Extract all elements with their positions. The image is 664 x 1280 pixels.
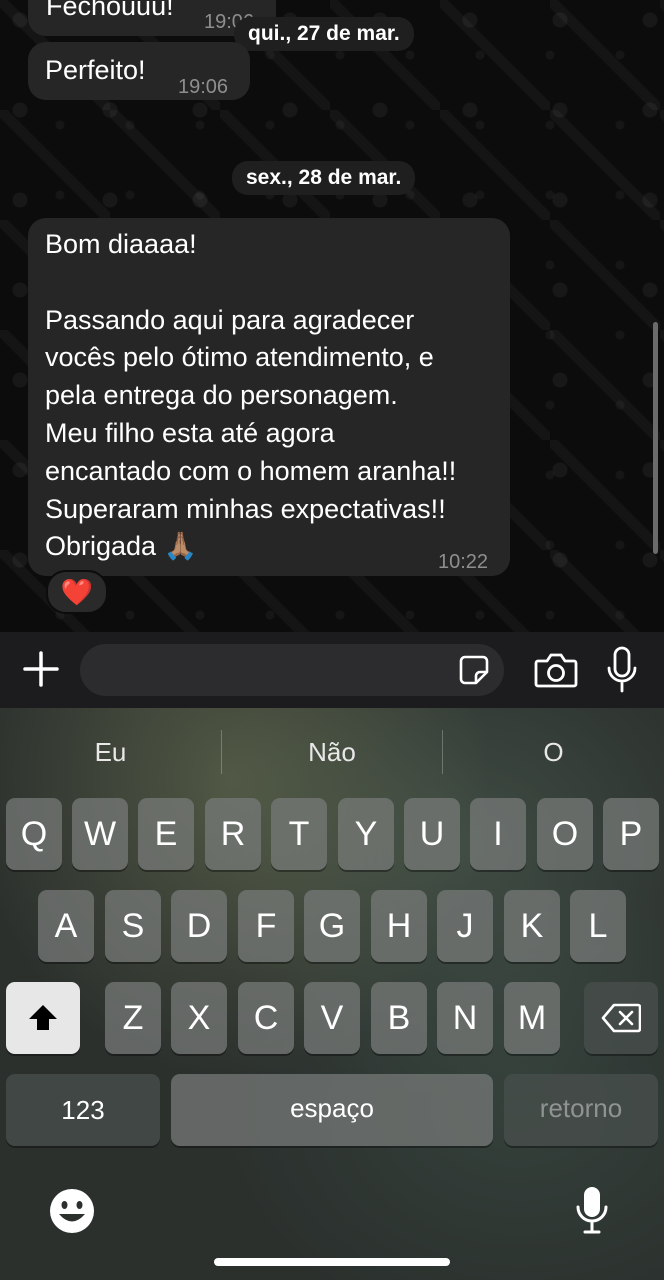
message-bubble[interactable]: Perfeito! 19:06 [28, 42, 250, 100]
key-t[interactable]: T [271, 798, 327, 870]
numbers-key[interactable]: 123 [6, 1074, 160, 1146]
backspace-icon [601, 1003, 641, 1033]
key-s[interactable]: S [105, 890, 161, 962]
key-u[interactable]: U [404, 798, 460, 870]
key-w[interactable]: W [72, 798, 128, 870]
key-j[interactable]: J [437, 890, 493, 962]
shift-key[interactable] [6, 982, 80, 1054]
backspace-key[interactable] [584, 982, 658, 1054]
dictation-microphone-icon[interactable] [574, 1185, 610, 1235]
key-m[interactable]: M [504, 982, 560, 1054]
key-k[interactable]: K [504, 890, 560, 962]
message-composer [0, 632, 664, 708]
microphone-icon[interactable] [606, 646, 638, 694]
key-l[interactable]: L [570, 890, 626, 962]
space-key[interactable]: espaço [171, 1074, 493, 1146]
suggestion-item[interactable]: O [443, 708, 664, 796]
key-h[interactable]: H [371, 890, 427, 962]
key-n[interactable]: N [437, 982, 493, 1054]
key-i[interactable]: I [470, 798, 526, 870]
shift-arrow-icon [29, 1005, 57, 1030]
key-x[interactable]: X [171, 982, 227, 1054]
suggestion-bar: Eu Não O [0, 708, 664, 796]
suggestion-item[interactable]: Não [222, 708, 442, 796]
date-separator: qui., 27 de mar. [234, 17, 414, 51]
message-input-container[interactable] [80, 644, 504, 698]
key-f[interactable]: F [238, 890, 294, 962]
return-key[interactable]: retorno [504, 1074, 658, 1146]
key-z[interactable]: Z [105, 982, 161, 1054]
heart-reaction[interactable]: ❤️ [46, 570, 108, 614]
key-b[interactable]: B [371, 982, 427, 1054]
suggestion-item[interactable]: Eu [0, 708, 221, 796]
key-c[interactable]: C [238, 982, 294, 1054]
key-e[interactable]: E [138, 798, 194, 870]
message-time: 10:22 [438, 551, 489, 573]
key-a[interactable]: A [38, 890, 94, 962]
key-d[interactable]: D [171, 890, 227, 962]
key-o[interactable]: O [537, 798, 593, 870]
home-indicator[interactable] [214, 1258, 450, 1266]
keyboard: Eu Não O Q W E R T Y U I O P A S D F G H… [0, 708, 664, 1280]
message-bubble[interactable]: Bom diaaaa! Passando aqui para agradecer… [28, 218, 510, 576]
message-text: Fechouuu! [46, 0, 174, 21]
key-g[interactable]: G [304, 890, 360, 962]
message-text: Perfeito! [45, 55, 146, 85]
scrollbar[interactable] [653, 322, 658, 554]
key-p[interactable]: P [603, 798, 659, 870]
chat-area[interactable]: Fechouuu! 19:06 qui., 27 de mar. Perfeit… [0, 0, 664, 632]
message-text: Bom diaaaa! Passando aqui para agradecer… [45, 229, 457, 562]
sticker-icon[interactable] [458, 654, 490, 686]
key-r[interactable]: R [205, 798, 261, 870]
key-q[interactable]: Q [6, 798, 62, 870]
key-y[interactable]: Y [338, 798, 394, 870]
date-separator: sex., 28 de mar. [232, 161, 416, 195]
message-time: 19:06 [178, 76, 229, 98]
plus-icon[interactable] [22, 650, 60, 688]
message-input[interactable] [98, 644, 442, 698]
key-v[interactable]: V [304, 982, 360, 1054]
camera-icon[interactable] [534, 652, 578, 688]
emoji-icon[interactable] [48, 1187, 96, 1235]
